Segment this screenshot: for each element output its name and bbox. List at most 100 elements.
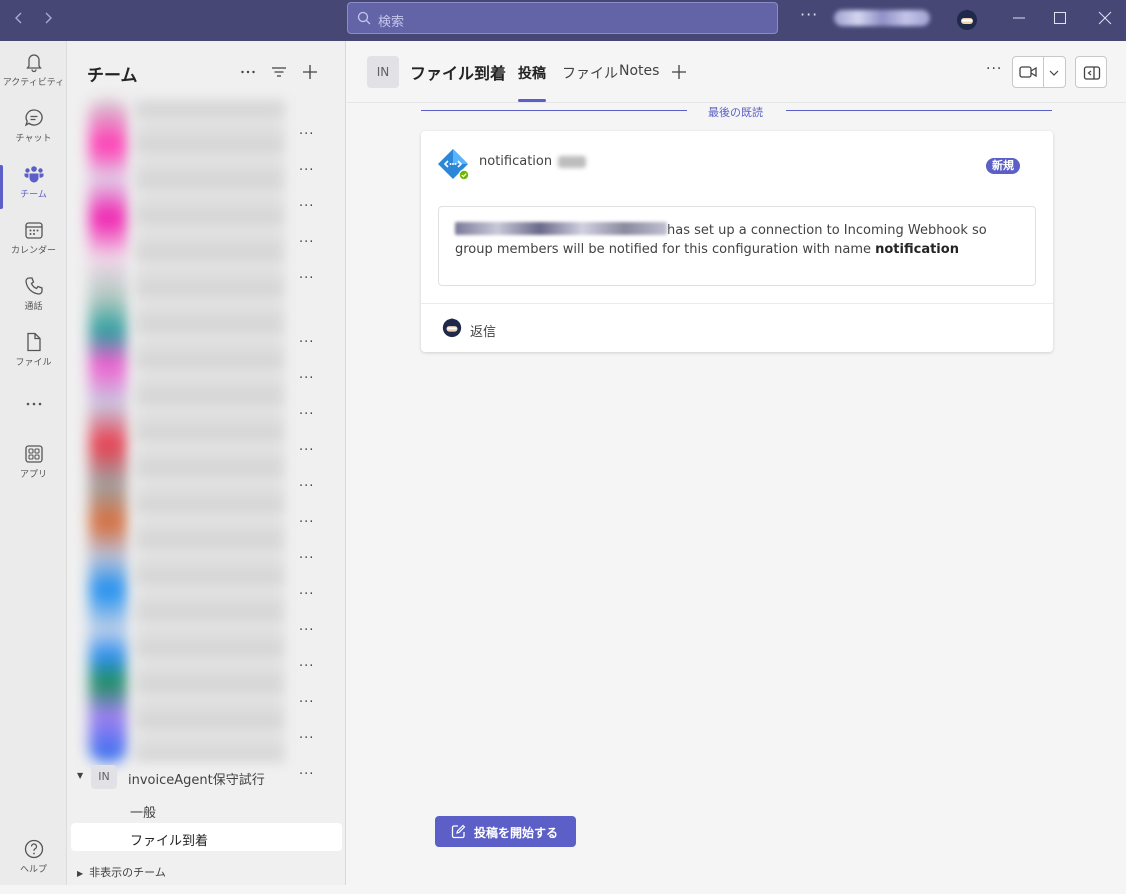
divider-line <box>421 110 687 111</box>
sender-name[interactable]: notification <box>479 154 552 169</box>
redacted-team-avatars <box>89 99 127 762</box>
search-placeholder: 検索 <box>378 15 405 30</box>
add-tab-icon[interactable] <box>670 63 688 81</box>
more-options-icon[interactable]: ··· <box>986 61 1002 77</box>
file-icon <box>26 332 41 352</box>
rail-label: アクティビティ <box>2 78 65 88</box>
channel-name: 一般 <box>130 806 157 821</box>
rail-item-help[interactable]: ヘルプ <box>0 838 67 894</box>
team-more-icon[interactable]: ··· <box>299 767 315 782</box>
add-icon[interactable] <box>301 63 319 81</box>
filter-icon[interactable] <box>270 63 288 81</box>
rail-label: チーム <box>20 190 47 200</box>
team-more-icon[interactable]: ··· <box>299 623 315 638</box>
team-more-icon[interactable]: ··· <box>299 731 315 746</box>
rail-label: ヘルプ <box>19 865 47 875</box>
rail-item-activity[interactable]: アクティビティ <box>0 51 67 107</box>
more-options-icon[interactable]: ··· <box>800 5 818 24</box>
channel-item-general[interactable]: 一般 <box>71 795 342 823</box>
more-icon <box>26 402 41 406</box>
side-panel-icon <box>1083 66 1101 80</box>
start-post-button[interactable]: 投稿を開始する <box>435 816 576 847</box>
tab-posts[interactable]: 投稿 <box>518 63 546 83</box>
video-camera-icon <box>1019 66 1037 78</box>
chat-icon <box>24 109 43 127</box>
team-more-icon[interactable]: ··· <box>299 551 315 566</box>
rail-label: チャット <box>15 134 52 144</box>
search-input[interactable]: 検索 <box>347 2 778 34</box>
maximize-icon[interactable] <box>1051 9 1069 27</box>
rail-label: アプリ <box>19 470 47 480</box>
user-avatar <box>442 317 462 338</box>
title-bar: 検索 ··· <box>0 0 1126 41</box>
chevron-left-icon[interactable] <box>9 8 29 28</box>
team-name: invoiceAgent保守試行 <box>128 773 265 788</box>
message-card: notification 新規 has set up a connection … <box>421 131 1053 352</box>
team-more-icon[interactable]: ··· <box>299 235 315 250</box>
caret-right-icon: ▶ <box>77 869 84 878</box>
team-more-icon[interactable]: ··· <box>299 371 315 386</box>
teams-icon <box>24 166 43 183</box>
channel-header: IN ファイル到着 投稿 ファイル Notes ··· <box>347 41 1126 103</box>
tab-notes[interactable]: Notes <box>619 63 659 79</box>
channel-item-file-arrival[interactable]: ファイル到着 <box>71 823 342 851</box>
channel-main: IN ファイル到着 投稿 ファイル Notes ··· 最後の既読 notifi… <box>347 41 1126 885</box>
message-body: has set up a connection to Incoming Webh… <box>438 206 1036 286</box>
team-more-icon[interactable]: ··· <box>299 127 315 142</box>
phone-icon <box>24 277 43 295</box>
team-more-icon[interactable]: ··· <box>299 587 315 602</box>
rail-item-calendar[interactable]: カレンダー <box>0 219 67 275</box>
team-more-icon[interactable]: ··· <box>299 335 315 350</box>
rail-item-calls[interactable]: 通話 <box>0 275 67 331</box>
close-icon[interactable] <box>1096 9 1114 27</box>
apps-icon <box>24 445 43 463</box>
rail-label: ファイル <box>15 358 52 368</box>
last-read-divider: 最後の既読 <box>421 104 1052 120</box>
hidden-teams-toggle[interactable]: ▶ 非表示のチーム <box>77 864 166 880</box>
rail-item-files[interactable]: ファイル <box>0 331 67 387</box>
rail-label: カレンダー <box>10 246 56 256</box>
team-more-icon[interactable]: ··· <box>299 695 315 710</box>
last-read-label: 最後の既読 <box>708 106 763 119</box>
active-tab-indicator <box>518 99 546 102</box>
channel-name: ファイル到着 <box>130 834 209 849</box>
meet-button[interactable] <box>1012 56 1066 88</box>
rail-item-chat[interactable]: チャット <box>0 107 67 163</box>
account-name-redacted <box>834 10 930 26</box>
more-options-icon[interactable] <box>239 63 257 81</box>
team-more-icon[interactable]: ··· <box>299 479 315 494</box>
help-icon <box>24 839 43 859</box>
rail-item-more[interactable] <box>0 393 67 417</box>
profile-avatar[interactable] <box>955 7 979 31</box>
team-row-invoiceagent[interactable]: ▼ IN invoiceAgent保守試行 ··· <box>71 763 342 791</box>
rail-label: 通話 <box>24 302 43 312</box>
team-more-icon[interactable]: ··· <box>299 659 315 674</box>
rail-item-apps[interactable]: アプリ <box>0 443 67 499</box>
chevron-right-icon[interactable] <box>38 8 58 28</box>
team-more-icon[interactable]: ··· <box>299 163 315 178</box>
new-badge: 新規 <box>986 158 1020 174</box>
channel-avatar: IN <box>367 56 399 88</box>
redacted-team-names <box>135 99 285 762</box>
compose-icon <box>451 824 466 839</box>
caret-down-icon[interactable]: ▼ <box>77 771 83 780</box>
calendar-icon <box>24 222 43 239</box>
team-avatar: IN <box>91 765 117 789</box>
toggle-side-panel-button[interactable] <box>1075 56 1107 88</box>
team-more-icon[interactable]: ··· <box>299 443 315 458</box>
message-bold-name: notification <box>875 242 959 257</box>
team-more-icon[interactable]: ··· <box>299 515 315 530</box>
team-more-icon[interactable]: ··· <box>299 199 315 214</box>
search-icon <box>357 11 371 25</box>
team-more-icon[interactable]: ··· <box>299 271 315 286</box>
app-rail: アクティビティ チャット チーム カレンダー 通話 ファイル アプリ ヘルプ <box>0 41 67 885</box>
minimize-icon[interactable] <box>1010 9 1028 27</box>
team-more-icon[interactable]: ··· <box>299 407 315 422</box>
redacted-user-name <box>455 222 667 235</box>
rail-item-teams[interactable]: チーム <box>0 163 67 219</box>
chevron-down-icon[interactable] <box>1047 67 1061 79</box>
reply-button[interactable]: 返信 <box>470 321 496 340</box>
panel-title: チーム <box>87 66 138 86</box>
tab-files[interactable]: ファイル <box>562 63 618 83</box>
card-divider <box>421 303 1053 304</box>
